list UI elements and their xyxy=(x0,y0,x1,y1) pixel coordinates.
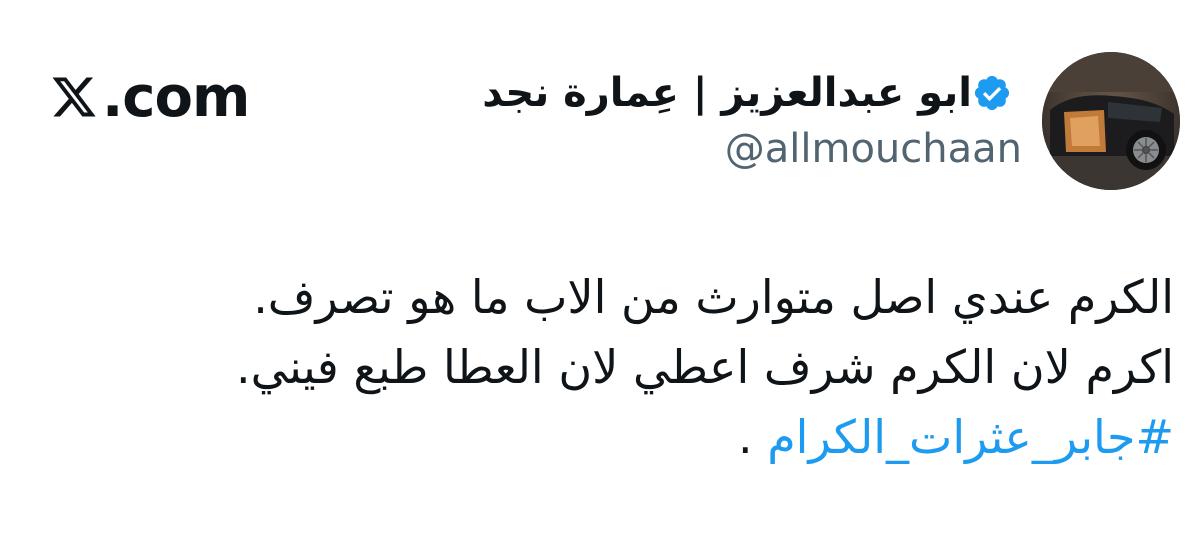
avatar-car-photo xyxy=(1042,52,1180,190)
tweet-line-1: الكرم عندي اصل متوارث من الاب ما هو تصرف… xyxy=(253,270,1174,324)
hashtag-line: #جابر_عثرات_الكرام . xyxy=(74,402,1174,472)
display-name[interactable]: ابو عبدالعزيز | عِمارة نجد xyxy=(482,70,972,116)
tweet-line-2: اكرم لان الكرم شرف اعطي لان العطا طبع في… xyxy=(236,340,1174,394)
tweet-body: الكرم عندي اصل متوارث من الاب ما هو تصرف… xyxy=(74,262,1174,472)
avatar[interactable] xyxy=(1042,52,1180,190)
trailing-dot: . xyxy=(737,410,768,464)
name-row: ابو عبدالعزيز | عِمارة نجد xyxy=(482,70,1022,116)
author-handle[interactable]: @allmouchaan xyxy=(725,126,1022,172)
tweet-card: .com ابو عبدالعزيز | عِمارة نجد @allmouc… xyxy=(0,0,1200,560)
brand-text: .com xyxy=(102,64,250,130)
site-brand[interactable]: .com xyxy=(50,62,250,132)
x-logo-icon xyxy=(50,73,98,121)
author-block: ابو عبدالعزيز | عِمارة نجد @allmouchaan xyxy=(482,52,1180,190)
author-text: ابو عبدالعزيز | عِمارة نجد @allmouchaan xyxy=(482,70,1022,172)
hashtag-link[interactable]: #جابر_عثرات_الكرام xyxy=(767,410,1174,464)
verified-badge-icon xyxy=(972,73,1012,113)
